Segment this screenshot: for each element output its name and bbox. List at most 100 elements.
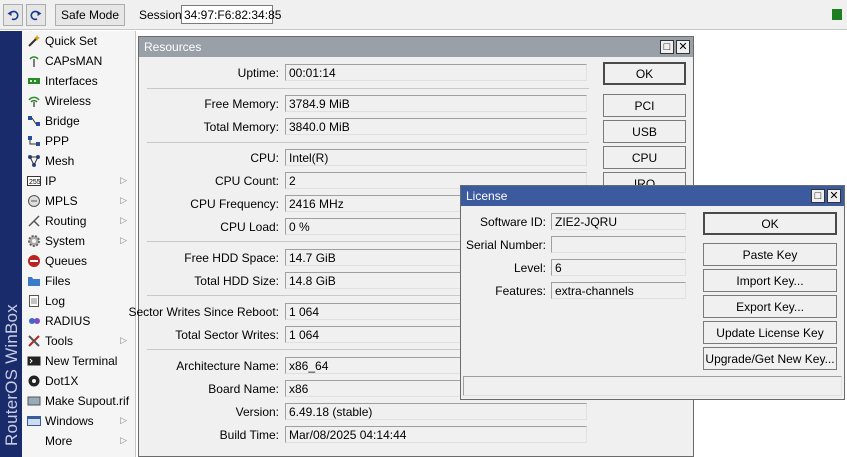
sidebar-item-ppp[interactable]: PPP [22,131,135,151]
status-bar [463,376,842,396]
paste-key-button[interactable]: Paste Key [703,243,837,266]
window-title: Resources [144,40,202,54]
license-titlebar[interactable]: License □ ✕ [461,186,844,206]
sidebar-item-label: PPP [45,134,70,148]
antenna-icon [26,54,41,68]
queues-icon [26,254,41,268]
cpu-count-label: CPU Count: [214,174,279,188]
uptime-label: Uptime: [237,66,279,80]
sidebar-item-label: Dot1X [45,374,79,388]
undo-icon [7,10,19,21]
features-field[interactable]: extra-channels [551,282,686,299]
serial-number-field[interactable] [551,236,686,253]
blank-icon-slot [26,434,41,448]
sidebar-item-label: System [45,234,86,248]
cpu-field[interactable]: Intel(R) [285,149,587,166]
usb-button[interactable]: USB [603,120,686,143]
level-field[interactable]: 6 [551,259,686,276]
total-memory-field[interactable]: 3840.0 MiB [285,118,587,135]
sidebar-item-log[interactable]: Log [22,291,135,311]
sidebar-item-mesh[interactable]: Mesh [22,151,135,171]
sidebar-item-label: Log [45,294,66,308]
cpu-button[interactable]: CPU [603,146,686,169]
free-memory-label: Free Memory: [204,97,279,111]
cpu-load-label: CPU Load: [220,220,279,234]
sidebar-item-label: Files [45,274,71,288]
brand-text: RouterOS WinBox [2,304,21,446]
sidebar-item-queues[interactable]: Queues [22,251,135,271]
bridge-icon [26,114,41,128]
sidebar-item-label: Tools [45,334,74,348]
toolbar: Safe Mode Session: 34:97:F6:82:34:85 [0,0,847,30]
sidebar-item-label: Interfaces [45,74,98,88]
safe-mode-button[interactable]: Safe Mode [55,4,125,26]
total-hdd-label: Total HDD Size: [194,274,279,288]
log-icon [26,294,41,308]
redo-button[interactable] [26,4,46,26]
resources-titlebar[interactable]: Resources □ ✕ [139,37,693,57]
import-key-button[interactable]: Import Key... [703,269,837,292]
chevron-right-icon: ▷ [120,415,127,425]
sidebar-item-quick-set[interactable]: Quick Set [22,31,135,51]
license-window: License □ ✕ Software ID: ZIE2-JQRU Seria… [460,185,845,400]
terminal-icon [26,354,41,368]
free-hdd-label: Free HDD Space: [184,251,279,265]
sidebar-item-dot1x[interactable]: Dot1X [22,371,135,391]
session-field[interactable]: 34:97:F6:82:34:85 [181,5,281,24]
sidebar-item-make-supout[interactable]: Make Supout.rif [22,391,135,411]
ok-button[interactable]: OK [603,62,686,85]
dot1x-icon [26,374,41,388]
ok-button[interactable]: OK [703,212,837,235]
tools-icon [26,334,41,348]
sidebar-item-routing[interactable]: Routing ▷ [22,211,135,231]
radius-icon [26,314,41,328]
routing-icon [26,214,41,228]
sidebar-item-capsman[interactable]: CAPsMAN [22,51,135,71]
cpu-frequency-label: CPU Frequency: [190,197,279,211]
sidebar-item-ip[interactable]: 255 IP ▷ [22,171,135,191]
sidebar-item-label: RADIUS [45,314,91,328]
total-memory-label: Total Memory: [203,120,279,134]
chevron-right-icon: ▷ [120,195,127,205]
software-id-field[interactable]: ZIE2-JQRU [551,213,686,230]
architecture-label: Architecture Name: [176,359,279,373]
sidebar-item-mpls[interactable]: MPLS ▷ [22,191,135,211]
uptime-field[interactable]: 00:01:14 [285,64,587,81]
sidebar-item-files[interactable]: Files [22,271,135,291]
chevron-right-icon: ▷ [120,335,127,345]
window-title: License [466,189,508,203]
separator [147,142,589,143]
sidebar-item-tools[interactable]: Tools ▷ [22,331,135,351]
total-sector-writes-label: Total Sector Writes: [175,328,279,342]
pci-button[interactable]: PCI [603,94,686,117]
undo-button[interactable] [3,4,23,26]
maximize-icon[interactable]: □ [811,189,825,203]
sidebar-item-label: CAPsMAN [45,54,103,68]
update-license-key-button[interactable]: Update License Key [703,321,837,344]
wand-icon [26,34,41,48]
chevron-right-icon: ▷ [120,235,127,245]
free-memory-field[interactable]: 3784.9 MiB [285,95,587,112]
interfaces-icon [26,74,41,88]
sidebar-item-wireless[interactable]: Wireless [22,91,135,111]
sidebar-item-system[interactable]: System ▷ [22,231,135,251]
sidebar-item-radius[interactable]: RADIUS [22,311,135,331]
chevron-right-icon: ▷ [120,435,127,445]
board-label: Board Name: [208,382,279,396]
sidebar-item-label: Wireless [45,94,92,108]
sidebar-item-more[interactable]: More ▷ [22,431,135,451]
redo-icon [30,10,42,21]
export-key-button[interactable]: Export Key... [703,295,837,318]
version-field[interactable]: 6.49.18 (stable) [285,403,587,420]
build-time-field[interactable]: Mar/08/2025 04:14:44 [285,426,587,443]
close-icon[interactable]: ✕ [676,40,690,54]
sidebar-item-interfaces[interactable]: Interfaces [22,71,135,91]
sidebar-item-new-terminal[interactable]: New Terminal [22,351,135,371]
sidebar-item-windows[interactable]: Windows ▷ [22,411,135,431]
maximize-icon[interactable]: □ [660,40,674,54]
close-icon[interactable]: ✕ [827,189,841,203]
sidebar-item-bridge[interactable]: Bridge [22,111,135,131]
ip-icon: 255 [26,174,41,188]
upgrade-key-button[interactable]: Upgrade/Get New Key... [703,347,837,370]
sidebar-item-label: New Terminal [45,354,118,368]
